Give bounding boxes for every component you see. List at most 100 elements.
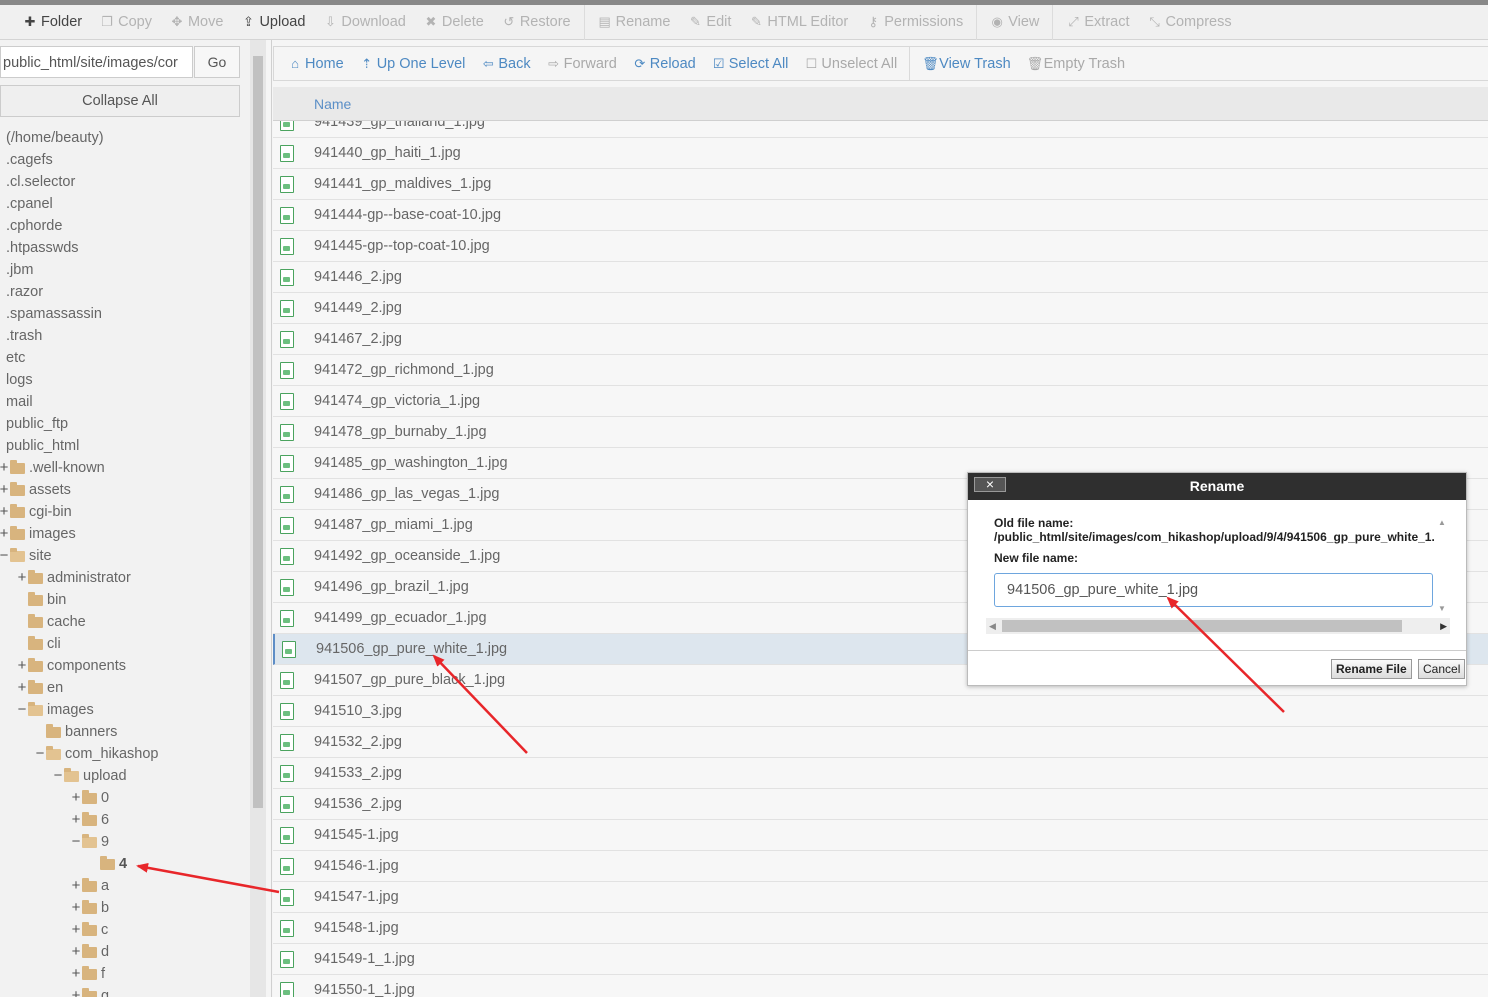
expand-icon[interactable]: + <box>70 919 82 941</box>
tree-item-well-known[interactable]: + .well-known <box>0 457 105 479</box>
tree-item-images[interactable]: − images <box>16 699 94 721</box>
file-row[interactable]: 941546-1.jpg <box>273 851 1488 882</box>
expand-icon[interactable]: + <box>16 567 28 589</box>
tree-item-trash[interactable]: .trash <box>0 325 42 347</box>
tree-item-0[interactable]: +0 <box>70 787 109 809</box>
tree-item-f[interactable]: + f <box>70 963 105 985</box>
tree-item-9[interactable]: −9 <box>70 831 109 853</box>
tree-item-com-hikashop[interactable]: − com_hikashop <box>34 743 159 765</box>
dialog-horizontal-scrollbar[interactable]: ◀ ▶ <box>986 618 1450 634</box>
compress-button[interactable]: ⤡ Compress <box>1139 5 1241 40</box>
view-button[interactable]: ◉ View <box>981 5 1048 40</box>
unselect-all-button[interactable]: ☐ Unselect All <box>796 47 905 80</box>
file-row[interactable]: 941439_gp_thailand_1.jpg <box>273 121 1488 138</box>
file-row[interactable]: 941444-gp--base-coat-10.jpg <box>273 200 1488 231</box>
download-button[interactable]: ⇩ Download <box>314 5 415 40</box>
expand-icon[interactable]: + <box>70 985 82 997</box>
scroll-left-icon[interactable]: ◀ <box>989 618 996 634</box>
expand-icon[interactable]: + <box>70 875 82 897</box>
tree-item-a[interactable]: + a <box>70 875 109 897</box>
restore-button[interactable]: ↺ Restore <box>493 5 580 40</box>
html-editor-button[interactable]: ✎ HTML Editor <box>740 5 857 40</box>
expand-icon[interactable]: + <box>0 457 10 479</box>
tree-item-components[interactable]: + components <box>16 655 126 677</box>
collapse-icon[interactable]: − <box>0 545 10 567</box>
tree-item-c[interactable]: + c <box>70 919 109 941</box>
empty-trash-button[interactable]: 🗑 Empty Trash <box>1019 47 1133 80</box>
folder-button[interactable]: ✚ Folder <box>14 5 91 40</box>
path-input[interactable]: public_html/site/images/cor <box>0 46 193 78</box>
tree-item-bin[interactable]: bin <box>16 589 66 611</box>
expand-icon[interactable]: + <box>70 809 82 831</box>
tree-item-images[interactable]: + images <box>0 523 76 545</box>
expand-icon[interactable]: + <box>70 941 82 963</box>
view-trash-button[interactable]: 🗑 View Trash <box>914 47 1018 80</box>
dialog-close-button[interactable]: × <box>974 477 1006 492</box>
new-file-name-input[interactable] <box>994 573 1433 607</box>
file-row[interactable]: 941532_2.jpg <box>273 727 1488 758</box>
expand-icon[interactable]: + <box>0 523 10 545</box>
file-row[interactable]: 941550-1_1.jpg <box>273 975 1488 997</box>
tree-item-razor[interactable]: .razor <box>0 281 43 303</box>
tree-item-4[interactable]: 4 <box>88 853 127 875</box>
file-row[interactable]: 941440_gp_haiti_1.jpg <box>273 138 1488 169</box>
file-row[interactable]: 941549-1_1.jpg <box>273 944 1488 975</box>
tree-item-b[interactable]: + b <box>70 897 109 919</box>
tree-item-public-html[interactable]: public_html <box>0 435 79 457</box>
reload-button[interactable]: ⟳ Reload <box>625 47 704 80</box>
collapse-icon[interactable]: − <box>34 743 46 765</box>
expand-icon[interactable]: + <box>0 479 10 501</box>
tree-item-htpasswds[interactable]: .htpasswds <box>0 237 79 259</box>
tree-item-upload[interactable]: − upload <box>52 765 127 787</box>
file-row[interactable]: 941545-1.jpg <box>273 820 1488 851</box>
tree-item-etc[interactable]: etc <box>0 347 25 369</box>
tree-item-cpanel[interactable]: .cpanel <box>0 193 53 215</box>
tree-item-public-ftp[interactable]: public_ftp <box>0 413 68 435</box>
file-row[interactable]: 941548-1.jpg <box>273 913 1488 944</box>
extract-button[interactable]: ⤢ Extract <box>1057 5 1138 40</box>
collapse-icon[interactable]: − <box>16 699 28 721</box>
dialog-horizontal-scrollbar-thumb[interactable] <box>1002 620 1402 632</box>
file-row[interactable]: 941445-gp--top-coat-10.jpg <box>273 231 1488 262</box>
tree-item-home-beauty[interactable]: (/home/beauty) <box>0 127 104 149</box>
dialog-vertical-scrollbar[interactable]: ▲ ▼ <box>1438 518 1450 618</box>
tree-item-cgi-bin[interactable]: + cgi-bin <box>0 501 72 523</box>
forward-button[interactable]: ⇨ Forward <box>539 47 625 80</box>
expand-icon[interactable]: + <box>70 787 82 809</box>
file-row[interactable]: 941449_2.jpg <box>273 293 1488 324</box>
tree-item-en[interactable]: + en <box>16 677 64 699</box>
expand-icon[interactable]: + <box>16 677 28 699</box>
tree-item-cli[interactable]: cli <box>16 633 61 655</box>
sidebar-scrollbar-thumb[interactable] <box>253 56 263 808</box>
move-button[interactable]: ✥ Move <box>161 5 232 40</box>
permissions-button[interactable]: ⚷ Permissions <box>857 5 972 40</box>
home-button[interactable]: ⌂ Home <box>280 47 352 80</box>
tree-item-cache[interactable]: cache <box>16 611 86 633</box>
rename-file-button[interactable]: Rename File <box>1331 659 1412 679</box>
up-one-level-button[interactable]: ⇡ Up One Level <box>352 47 474 80</box>
tree-item-cphorde[interactable]: .cphorde <box>0 215 62 237</box>
file-row[interactable]: 941533_2.jpg <box>273 758 1488 789</box>
file-row[interactable]: 941536_2.jpg <box>273 789 1488 820</box>
expand-icon[interactable]: + <box>16 655 28 677</box>
scroll-right-icon[interactable]: ▶ <box>1440 618 1447 634</box>
file-row[interactable]: 941441_gp_maldives_1.jpg <box>273 169 1488 200</box>
select-all-button[interactable]: ☑ Select All <box>704 47 797 80</box>
cancel-button[interactable]: Cancel <box>1418 659 1466 679</box>
file-row[interactable]: 941478_gp_burnaby_1.jpg <box>273 417 1488 448</box>
tree-item-jbm[interactable]: .jbm <box>0 259 33 281</box>
tree-item-cagefs[interactable]: .cagefs <box>0 149 53 171</box>
back-button[interactable]: ⇦ Back <box>473 47 538 80</box>
expand-icon[interactable]: + <box>70 963 82 985</box>
file-row[interactable]: 941510_3.jpg <box>273 696 1488 727</box>
collapse-icon[interactable]: − <box>70 831 82 853</box>
tree-item-cl-selector[interactable]: .cl.selector <box>0 171 75 193</box>
collapse-all-button[interactable]: Collapse All <box>0 85 240 117</box>
expand-icon[interactable]: + <box>0 501 10 523</box>
upload-button[interactable]: ⇪ Upload <box>232 5 314 40</box>
go-button[interactable]: Go <box>194 46 240 78</box>
delete-button[interactable]: ✖ Delete <box>415 5 493 40</box>
tree-item-spamassassin[interactable]: .spamassassin <box>0 303 102 325</box>
tree-item-site[interactable]: − site <box>0 545 52 567</box>
file-row[interactable]: 941446_2.jpg <box>273 262 1488 293</box>
